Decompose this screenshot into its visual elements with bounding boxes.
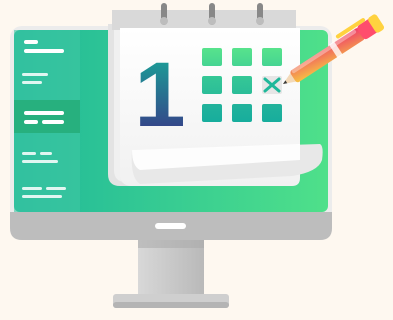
calendar-cell <box>262 48 282 66</box>
monitor-stand <box>113 238 229 308</box>
calendar-binding <box>112 10 296 30</box>
monitor-power-led <box>155 223 186 229</box>
calendar-monitor-illustration: 1 <box>0 0 393 320</box>
calendar-cell <box>262 104 282 122</box>
calendar: 1 <box>108 3 323 186</box>
calendar-cell <box>232 76 252 94</box>
calendar-cell <box>202 48 222 66</box>
calendar-day-number: 1 <box>134 44 185 146</box>
calendar-cell <box>202 104 222 122</box>
calendar-cell <box>202 76 222 94</box>
illustration-svg: 1 <box>10 3 385 308</box>
sidebar-item-active <box>14 100 80 133</box>
calendar-cell <box>232 104 252 122</box>
calendar-cell <box>232 48 252 66</box>
